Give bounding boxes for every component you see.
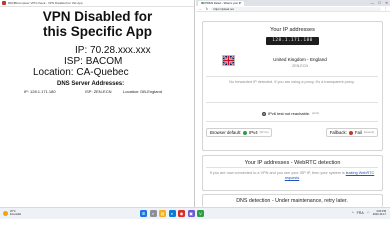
vpn-heading-line-2: this Specific App: [42, 24, 152, 39]
weather-widget[interactable]: 25°C Ensoleillé: [3, 210, 21, 216]
ipv6-status: ✕ IPv6 test not reachable. (error): [262, 111, 319, 116]
dns-servers-heading: DNS Server Addresses:: [57, 81, 125, 87]
ip-card-title: Your IP addresses: [270, 27, 315, 33]
webrtc-card-title: Your IP addresses - WebRTC detection: [244, 160, 341, 166]
chevron-up-icon[interactable]: ^: [352, 211, 354, 215]
app-window-title: RDNBComputer VPN check - VPN Disabled fo…: [8, 1, 83, 5]
close-button[interactable]: ✕: [385, 1, 388, 5]
language-indicator[interactable]: FRA: [357, 211, 364, 215]
ip-card-divider: [206, 76, 378, 77]
webrtc-divider: [206, 167, 378, 168]
location-value: CA-Quebec: [76, 67, 129, 78]
browser-default-value: IPv4: [249, 130, 258, 135]
browser-default-pill: Browser default: IPv4 (93 ms): [206, 128, 273, 137]
search-icon[interactable]: ⌕: [149, 210, 157, 217]
wifi-icon[interactable]: ◠: [367, 211, 370, 215]
clock[interactable]: 3:00 PM 2023-10-17: [373, 210, 386, 216]
address-bar[interactable]: https://ipleak.net: [211, 6, 381, 11]
fallback-label: Fallback:: [329, 130, 347, 135]
browser-default-label: Browser default:: [210, 130, 242, 135]
dns-ip-value: 128.1.171.180: [30, 89, 56, 94]
minimize-button[interactable]: —: [371, 1, 375, 5]
ip-country: United Kingdom - England: [273, 57, 327, 62]
ip-isp: ZEN-ECN: [292, 64, 308, 68]
app-title-bar: RDNBComputer VPN check - VPN Disabled fo…: [0, 0, 194, 7]
browser-tab[interactable]: IP/DNS Detect - What is your IP: [198, 0, 245, 6]
start-menu-icon[interactable]: ⊞: [140, 210, 147, 217]
ip-card-divider-2: [206, 102, 378, 103]
dns-isp-value: ZEN-ECN: [93, 89, 112, 94]
location-row: Location: CA-Quebec: [33, 67, 129, 78]
sun-icon: [3, 210, 8, 216]
taskbar: 25°C Ensoleillé ⊞ ⌕ ▤ e ◉ ▣ V ^ FRA ◠ 3:…: [0, 207, 390, 219]
ipv6-text: IPv6 test not reachable.: [268, 111, 311, 116]
dns-detection-title: DNS detection - Under maintenance, retry…: [236, 198, 348, 204]
dns-ip-label: IP:: [24, 89, 29, 94]
ipv6-detail: (error): [312, 112, 320, 115]
vpn-app-icon[interactable]: V: [197, 210, 204, 217]
fail-dot-icon: [348, 130, 353, 135]
fallback-detail: (timeout): [363, 131, 374, 134]
store-icon[interactable]: ▣: [187, 210, 195, 217]
reload-icon[interactable]: ↻: [206, 7, 209, 11]
ip-protocol-row: Browser default: IPv4 (93 ms) Fallback: …: [206, 128, 378, 137]
ip-label: IP:: [75, 45, 88, 56]
dns-isp: ISP: ZEN-ECN: [85, 89, 111, 94]
isp-row: ISP: BACOM: [64, 56, 122, 67]
vpn-heading-line-1: VPN Disabled for: [42, 9, 153, 24]
vpn-status-heading: VPN Disabled for this Specific App: [0, 9, 195, 39]
dns-location: Location: DB-England: [123, 89, 162, 94]
file-explorer-icon[interactable]: ▤: [159, 210, 166, 217]
isp-label: ISP:: [64, 56, 83, 67]
ip-card-divider-3: [206, 121, 378, 122]
weather-condition: Ensoleillé: [10, 213, 22, 216]
browser-default-ms: (93 ms): [259, 131, 269, 134]
edge-browser-icon[interactable]: e: [168, 210, 176, 217]
uk-flag-icon: [222, 55, 235, 66]
app-icon: [2, 1, 6, 5]
dns-location-value: DB-England: [140, 89, 162, 94]
webrtc-explanation: If you are now connected to a VPN and yo…: [206, 171, 378, 181]
tab-favicon-icon: [201, 1, 204, 5]
tab-title: IP/DNS Detect - What is your IP: [204, 1, 242, 5]
taskbar-apps: ⊞ ⌕ ▤ e ◉ ▣ V: [140, 210, 204, 217]
detected-ip-badge: 128.1.171.180: [266, 37, 319, 45]
proxy-note: No forwarded IP detected. If you are usi…: [229, 80, 355, 84]
ip-row: IP: 70.28.xxx.xxx: [75, 45, 151, 56]
browser-toolbar: ← ↻ https://ipleak.net ⋮: [196, 6, 390, 12]
clock-date: 2023-10-17: [372, 213, 386, 216]
system-tray: ^ FRA ◠ 3:00 PM 2023-10-17: [352, 210, 386, 216]
back-arrow-icon[interactable]: ←: [199, 7, 203, 11]
dns-location-label: Location:: [123, 89, 140, 94]
success-dot-icon: [243, 130, 248, 135]
location-label: Location:: [33, 67, 74, 78]
browser-menu-icon[interactable]: ⋮: [384, 7, 388, 11]
fallback-value: Fail: [354, 130, 362, 135]
error-icon: ✕: [262, 111, 266, 116]
webrtc-text: If you are now connected to a VPN and yo…: [209, 171, 345, 175]
isp-value: BACOM: [85, 56, 123, 67]
fallback-pill: Fallback: Fail (timeout): [325, 128, 378, 137]
dns-ip: IP: 128.1.171.180: [24, 89, 56, 94]
dns-isp-label: ISP:: [85, 89, 93, 94]
maximize-button[interactable]: ☐: [378, 1, 381, 5]
chrome-icon[interactable]: ◉: [178, 210, 185, 217]
ip-value: 70.28.xxx.xxx: [90, 45, 151, 56]
